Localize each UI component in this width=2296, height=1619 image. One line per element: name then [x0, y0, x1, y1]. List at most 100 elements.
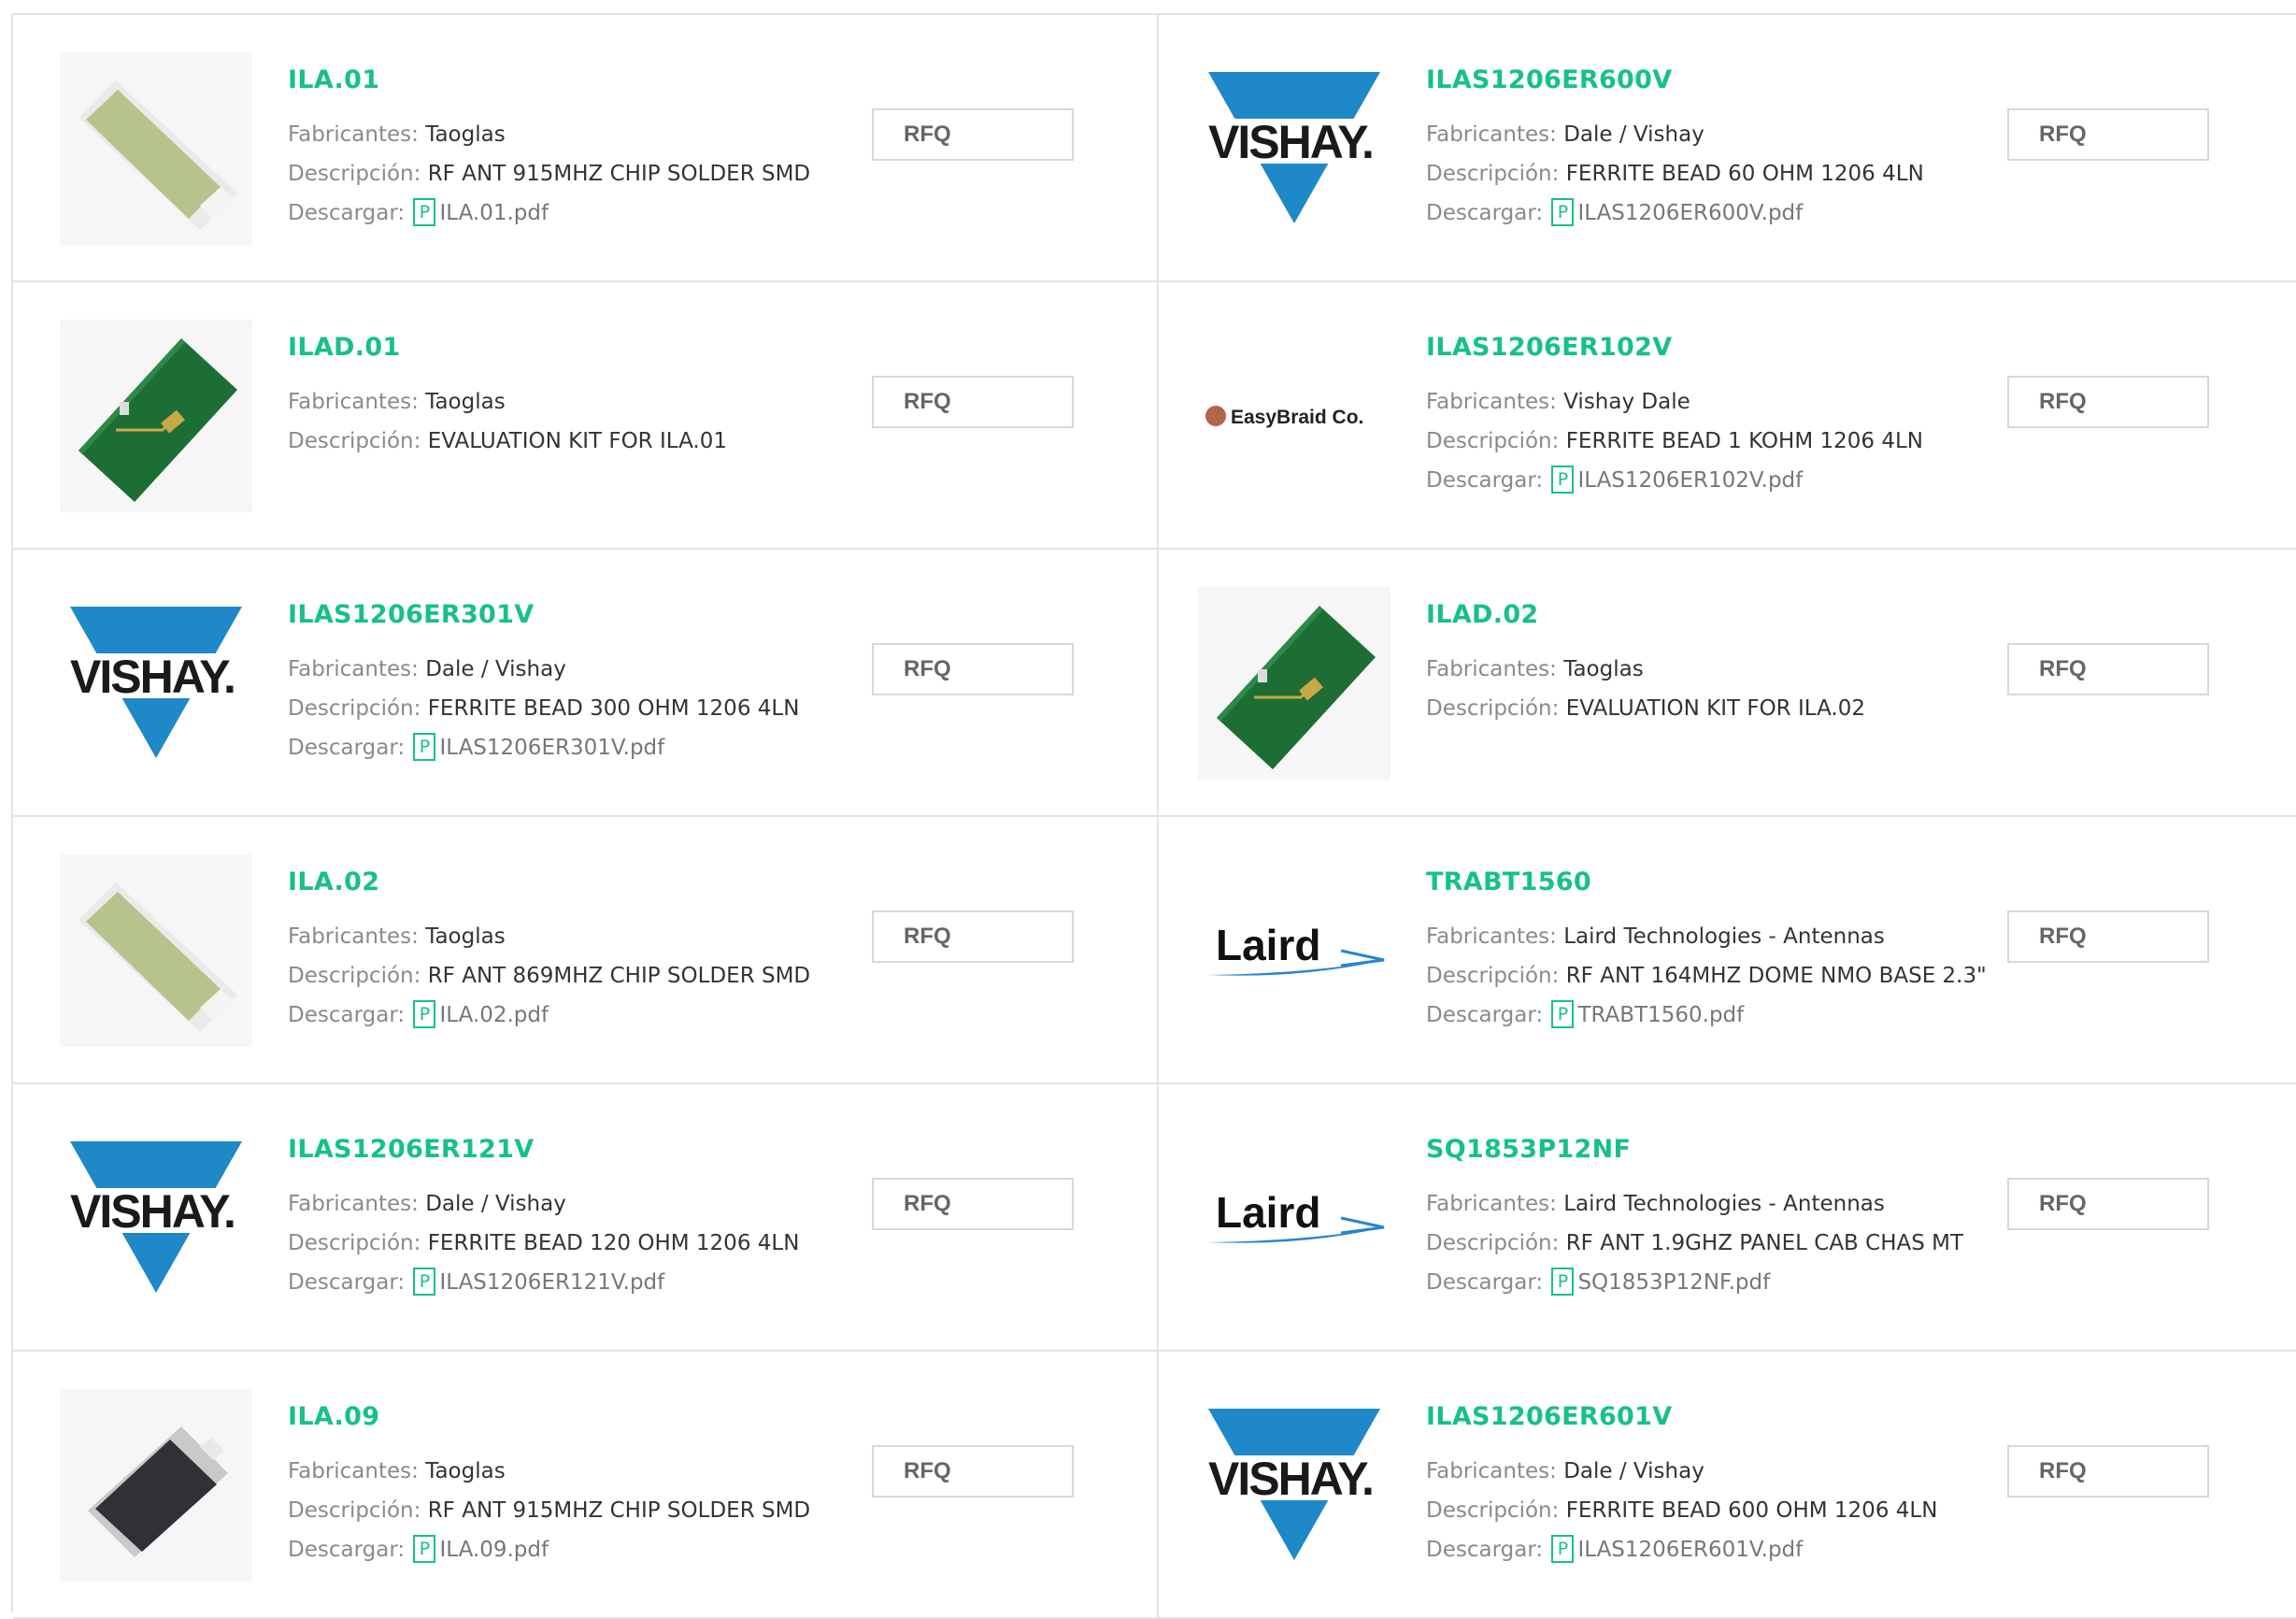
- datasheet-link[interactable]: ILAS1206ER601V.pdf: [1577, 1538, 1803, 1562]
- product-image[interactable]: VISHAY.: [1198, 1389, 1390, 1582]
- product-image[interactable]: Laird: [1198, 854, 1390, 1047]
- laird-logo-icon: Laird: [1208, 921, 1385, 976]
- svg-text:VISHAY.: VISHAY.: [70, 1185, 235, 1238]
- vishay-logo-icon: VISHAY.: [1201, 1409, 1388, 1560]
- pdf-icon[interactable]: P: [413, 1268, 436, 1296]
- manufacturer-label: Fabricantes:: [1426, 924, 1557, 949]
- part-number-link[interactable]: ILAD.02: [1426, 600, 1865, 629]
- manufacturer-label: Fabricantes:: [1426, 1459, 1557, 1483]
- product-card-ilas1206er601v: VISHAY. ILAS1206ER601V Fabricantes: Dale…: [1159, 1352, 2296, 1619]
- pdf-icon[interactable]: P: [1551, 1268, 1575, 1296]
- manufacturer-value: Dale / Vishay: [1563, 122, 1704, 147]
- product-image[interactable]: VISHAY.: [60, 587, 252, 780]
- rfq-button[interactable]: RFQ: [2007, 108, 2209, 161]
- description-label: Descripción:: [1426, 696, 1560, 721]
- manufacturer-value: Laird Technologies - Antennas: [1563, 924, 1885, 949]
- description-value: EVALUATION KIT FOR ILA.01: [427, 429, 728, 453]
- chip-antenna-icon: [60, 854, 252, 1047]
- rfq-button[interactable]: RFQ: [872, 108, 1074, 161]
- product-image[interactable]: [60, 854, 252, 1047]
- pdf-icon[interactable]: P: [1551, 466, 1575, 494]
- product-image[interactable]: EasyBraid Co.: [1198, 320, 1390, 512]
- download-label: Descargar:: [1426, 201, 1544, 225]
- manufacturer-value: Dale / Vishay: [425, 1192, 566, 1216]
- download-label: Descargar:: [288, 201, 406, 225]
- description-label: Descripción:: [1426, 964, 1560, 988]
- rfq-button[interactable]: RFQ: [2007, 643, 2209, 695]
- part-number-link[interactable]: ILAS1206ER121V: [288, 1135, 799, 1164]
- part-number-link[interactable]: ILAS1206ER102V: [1426, 333, 1923, 362]
- product-card-ilad-02: ILAD.02 Fabricantes: Taoglas Descripción…: [1159, 550, 2296, 817]
- product-image[interactable]: [60, 1389, 252, 1582]
- pdf-icon[interactable]: P: [413, 1000, 436, 1028]
- description-row: Descripción: FERRITE BEAD 1 KOHM 1206 4L…: [1426, 422, 1923, 461]
- rfq-button[interactable]: RFQ: [872, 1445, 1074, 1497]
- manufacturer-value: Dale / Vishay: [425, 657, 566, 681]
- datasheet-link[interactable]: ILAS1206ER121V.pdf: [439, 1270, 664, 1295]
- rfq-button[interactable]: RFQ: [2007, 1178, 2209, 1230]
- manufacturer-row: Fabricantes: Dale / Vishay: [288, 650, 799, 689]
- manufacturer-row: Fabricantes: Laird Technologies - Antenn…: [1426, 917, 1987, 956]
- part-number-link[interactable]: ILA.01: [288, 65, 810, 94]
- product-grid: ILA.01 Fabricantes: Taoglas Descripción:…: [11, 13, 2296, 1619]
- product-image[interactable]: [1198, 587, 1390, 780]
- manufacturer-value: Taoglas: [425, 924, 506, 949]
- pdf-icon[interactable]: P: [1551, 1535, 1575, 1563]
- pdf-icon[interactable]: P: [1551, 1000, 1575, 1028]
- datasheet-link[interactable]: ILAS1206ER301V.pdf: [439, 736, 664, 760]
- part-number-link[interactable]: ILAD.01: [288, 333, 727, 362]
- download-label: Descargar:: [1426, 1270, 1544, 1295]
- rfq-button[interactable]: RFQ: [872, 910, 1074, 963]
- vishay-logo-icon: VISHAY.: [1201, 72, 1388, 223]
- datasheet-link[interactable]: ILAS1206ER600V.pdf: [1577, 201, 1803, 225]
- rfq-button[interactable]: RFQ: [2007, 376, 2209, 428]
- rfq-button[interactable]: RFQ: [872, 1178, 1074, 1230]
- rfq-button[interactable]: RFQ: [2007, 1445, 2209, 1497]
- description-value: RF ANT 164MHZ DOME NMO BASE 2.3": [1565, 964, 1987, 988]
- rfq-button[interactable]: RFQ: [872, 376, 1074, 428]
- description-label: Descripción:: [1426, 162, 1560, 186]
- part-number-link[interactable]: ILAS1206ER600V: [1426, 65, 1924, 94]
- download-label: Descargar:: [1426, 468, 1544, 493]
- rfq-button[interactable]: RFQ: [872, 643, 1074, 695]
- datasheet-link[interactable]: ILA.09.pdf: [439, 1538, 549, 1562]
- part-number-link[interactable]: ILAS1206ER301V: [288, 600, 799, 629]
- pdf-icon[interactable]: P: [413, 1535, 436, 1563]
- manufacturer-label: Fabricantes:: [1426, 1192, 1557, 1216]
- manufacturer-label: Fabricantes:: [288, 1459, 419, 1483]
- product-card-ila-01: ILA.01 Fabricantes: Taoglas Descripción:…: [13, 15, 1159, 282]
- description-row: Descripción: RF ANT 915MHZ CHIP SOLDER S…: [288, 154, 810, 193]
- datasheet-link[interactable]: ILA.02.pdf: [439, 1003, 549, 1027]
- part-number-link[interactable]: TRABT1560: [1426, 867, 1987, 896]
- pdf-icon[interactable]: P: [413, 198, 436, 226]
- product-card-ilas1206er102v: EasyBraid Co. ILAS1206ER102V Fabricantes…: [1159, 282, 2296, 550]
- description-label: Descripción:: [288, 162, 421, 186]
- vishay-logo-icon: VISHAY.: [63, 1141, 250, 1293]
- product-image[interactable]: VISHAY.: [1198, 52, 1390, 245]
- description-value: EVALUATION KIT FOR ILA.02: [1565, 696, 1866, 721]
- part-number-link[interactable]: ILAS1206ER601V: [1426, 1402, 1937, 1431]
- part-number-link[interactable]: ILA.02: [288, 867, 810, 896]
- product-image[interactable]: [60, 52, 252, 245]
- laird-logo-icon: Laird: [1208, 1188, 1385, 1243]
- product-card-ilas1206er121v: VISHAY. ILAS1206ER121V Fabricantes: Dale…: [13, 1084, 1159, 1352]
- description-label: Descripción:: [288, 964, 421, 988]
- description-value: RF ANT 915MHZ CHIP SOLDER SMD: [427, 1498, 811, 1523]
- download-label: Descargar:: [288, 1538, 406, 1562]
- description-value: FERRITE BEAD 120 OHM 1206 4LN: [427, 1231, 800, 1255]
- datasheet-link[interactable]: SQ1853P12NF.pdf: [1577, 1270, 1770, 1295]
- rfq-button[interactable]: RFQ: [2007, 910, 2209, 963]
- manufacturer-label: Fabricantes:: [288, 390, 419, 414]
- pdf-icon[interactable]: P: [1551, 198, 1575, 226]
- product-image[interactable]: VISHAY.: [60, 1122, 252, 1314]
- product-image[interactable]: [60, 320, 252, 512]
- part-number-link[interactable]: SQ1853P12NF: [1426, 1135, 1963, 1164]
- product-image[interactable]: Laird: [1198, 1122, 1390, 1314]
- description-label: Descripción:: [288, 1498, 421, 1523]
- pdf-icon[interactable]: P: [413, 733, 436, 761]
- datasheet-link[interactable]: TRABT1560.pdf: [1577, 1003, 1744, 1027]
- download-row: Descargar: P ILAS1206ER601V.pdf: [1426, 1530, 1937, 1569]
- part-number-link[interactable]: ILA.09: [288, 1402, 810, 1431]
- datasheet-link[interactable]: ILA.01.pdf: [439, 201, 549, 225]
- datasheet-link[interactable]: ILAS1206ER102V.pdf: [1577, 468, 1803, 493]
